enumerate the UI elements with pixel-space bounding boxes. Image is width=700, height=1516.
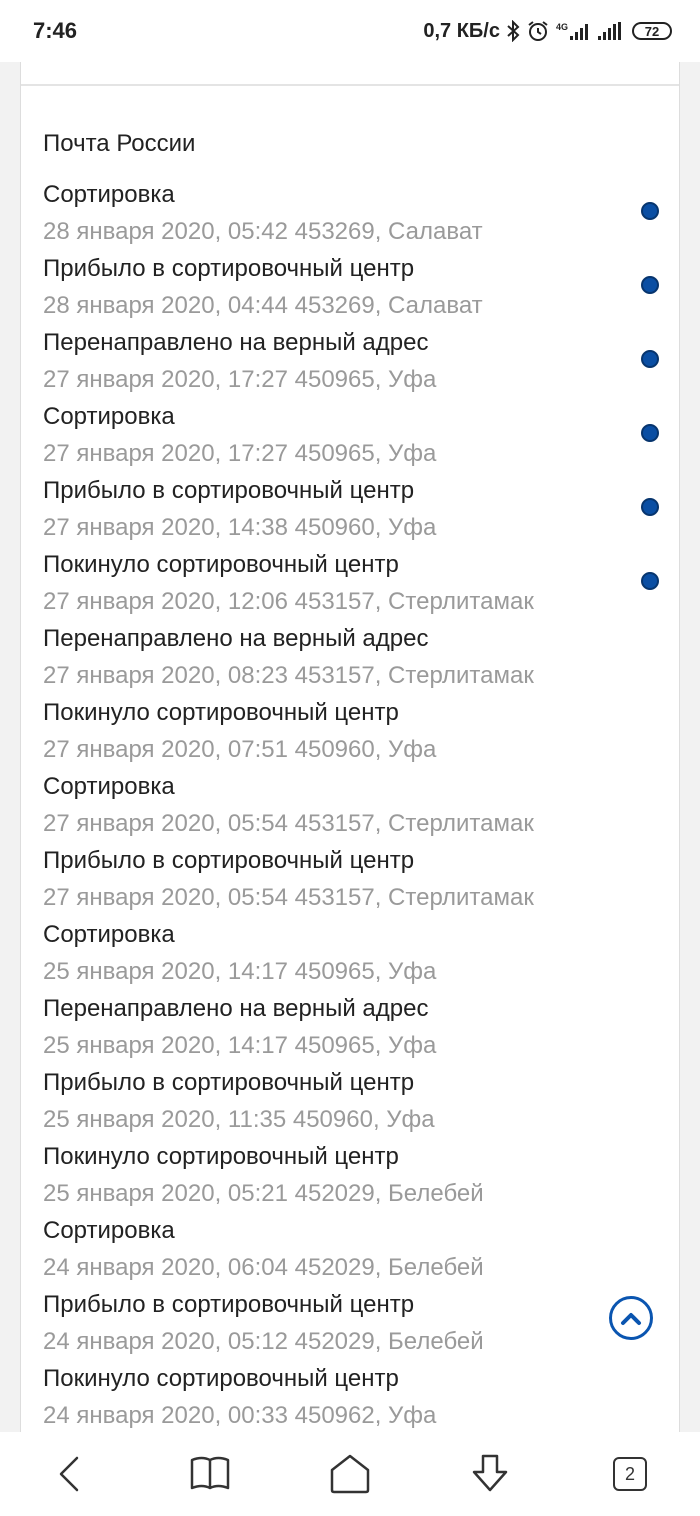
tracking-event: Прибыло в сортировочный центр 27 января 2…: [43, 472, 643, 546]
status-time: 7:46: [33, 18, 78, 43]
event-date-location: 24 января 2020, 06:04 452029, Белебей: [43, 1254, 484, 1281]
timeline-dot-icon: [641, 202, 659, 220]
tracking-event: Сортировка 27 января 2020, 17:27 450965, …: [43, 398, 643, 472]
tracking-event: Перенаправлено на верный адрес 27 января …: [43, 324, 643, 398]
event-date-location: 24 января 2020, 05:12 452029, Белебей: [43, 1328, 484, 1355]
event-status: Сортировка: [43, 921, 175, 948]
event-date-location: 27 января 2020, 08:23 453157, Стерлитама…: [43, 662, 534, 689]
timeline-dot-icon: [641, 276, 659, 294]
event-status: Покинуло сортировочный центр: [43, 1365, 399, 1392]
download-button[interactable]: [455, 1439, 525, 1509]
timeline-dot-icon: [641, 572, 659, 590]
event-date-location: 27 января 2020, 07:51 450960, Уфа: [43, 736, 437, 763]
download-icon: [472, 1454, 508, 1492]
event-date-location: 25 января 2020, 11:35 450960, Уфа: [43, 1106, 435, 1133]
event-status: Перенаправлено на верный адрес: [43, 329, 429, 356]
event-status: Перенаправлено на верный адрес: [43, 995, 429, 1022]
tracking-event: Сортировка 25 января 2020, 14:17 450965, …: [43, 916, 643, 990]
scroll-to-top-button[interactable]: [609, 1296, 653, 1340]
network-speed: 0,7 КБ/с: [423, 19, 500, 42]
signal-icon: [598, 22, 622, 40]
event-date-location: 25 января 2020, 14:17 450965, Уфа: [43, 1032, 437, 1059]
chevron-up-icon: [621, 1313, 641, 1325]
tracking-event: Перенаправлено на верный адрес 27 января …: [43, 620, 643, 694]
tracking-events-list: Сортировка 28 января 2020, 05:42 453269, …: [43, 176, 643, 1432]
event-status: Прибыло в сортировочный центр: [43, 1069, 415, 1096]
carrier-name: Почта России: [43, 130, 196, 157]
event-status: Прибыло в сортировочный центр: [43, 847, 415, 874]
event-date-location: 27 января 2020, 05:54 453157, Стерлитама…: [43, 810, 534, 837]
tabs-button[interactable]: 2: [595, 1439, 665, 1509]
battery-icon: 72: [632, 22, 672, 40]
tracking-event: Прибыло в сортировочный центр 25 января 2…: [43, 1064, 643, 1138]
tracking-event: Сортировка 24 января 2020, 06:04 452029, …: [43, 1212, 643, 1286]
tracking-event: Покинуло сортировочный центр 27 января 20…: [43, 546, 643, 620]
timeline-dot-icon: [641, 350, 659, 368]
signal-4g-icon: 4G: [556, 22, 592, 40]
tracking-event: Покинуло сортировочный центр 24 января 20…: [43, 1360, 643, 1432]
event-date-location: 28 января 2020, 04:44 453269, Салават: [43, 292, 483, 319]
status-bar: 7:46 0,7 КБ/с 4G 72: [0, 0, 700, 62]
event-date-location: 27 января 2020, 05:54 453157, Стерлитама…: [43, 884, 534, 911]
network-type-label: 4G: [555, 22, 568, 32]
event-status: Прибыло в сортировочный центр: [43, 255, 415, 282]
tracking-event: Прибыло в сортировочный центр 24 января 2…: [43, 1286, 643, 1360]
event-status: Прибыло в сортировочный центр: [43, 1291, 415, 1318]
event-date-location: 25 января 2020, 14:17 450965, Уфа: [43, 958, 437, 985]
tracking-event: Прибыло в сортировочный центр 28 января 2…: [43, 250, 643, 324]
home-button[interactable]: [315, 1439, 385, 1509]
event-status: Покинуло сортировочный центр: [43, 699, 399, 726]
event-date-location: 25 января 2020, 05:21 452029, Белебей: [43, 1180, 484, 1207]
event-status: Сортировка: [43, 1217, 175, 1244]
event-date-location: 27 января 2020, 14:38 450960, Уфа: [43, 514, 437, 541]
home-icon: [330, 1454, 370, 1494]
event-status: Покинуло сортировочный центр: [43, 1143, 399, 1170]
timeline-dot-icon: [641, 424, 659, 442]
event-date-location: 28 января 2020, 05:42 453269, Салават: [43, 218, 483, 245]
event-date-location: 24 января 2020, 00:33 450962, Уфа: [43, 1402, 437, 1429]
tracking-event: Покинуло сортировочный центр 27 января 20…: [43, 694, 643, 768]
card-divider: [21, 84, 679, 86]
tracking-event: Покинуло сортировочный центр 25 января 20…: [43, 1138, 643, 1212]
tabs-icon: 2: [613, 1457, 647, 1491]
event-status: Сортировка: [43, 773, 175, 800]
tracking-event: Прибыло в сортировочный центр 27 января 2…: [43, 842, 643, 916]
back-button[interactable]: [35, 1439, 105, 1509]
event-date-location: 27 января 2020, 17:27 450965, Уфа: [43, 366, 437, 393]
event-date-location: 27 января 2020, 12:06 453157, Стерлитама…: [43, 588, 534, 615]
tracking-event: Сортировка 27 января 2020, 05:54 453157, …: [43, 768, 643, 842]
tracking-card: Почта России Сортировка 28 января 2020, 0…: [20, 62, 680, 1432]
tracking-event: Перенаправлено на верный адрес 25 января …: [43, 990, 643, 1064]
status-icons: 0,7 КБ/с 4G 72: [423, 19, 672, 43]
bookmarks-button[interactable]: [175, 1439, 245, 1509]
back-icon: [59, 1456, 79, 1492]
browser-nav-bar: 2: [0, 1432, 700, 1516]
event-status: Сортировка: [43, 403, 175, 430]
event-status: Покинуло сортировочный центр: [43, 551, 399, 578]
event-status: Перенаправлено на верный адрес: [43, 625, 429, 652]
event-status: Сортировка: [43, 181, 175, 208]
event-status: Прибыло в сортировочный центр: [43, 477, 415, 504]
book-icon: [190, 1456, 230, 1490]
alarm-icon: [526, 19, 550, 43]
event-date-location: 27 января 2020, 17:27 450965, Уфа: [43, 440, 437, 467]
tracking-event: Сортировка 28 января 2020, 05:42 453269, …: [43, 176, 643, 250]
timeline-dot-icon: [641, 498, 659, 516]
bluetooth-icon: [506, 20, 520, 42]
